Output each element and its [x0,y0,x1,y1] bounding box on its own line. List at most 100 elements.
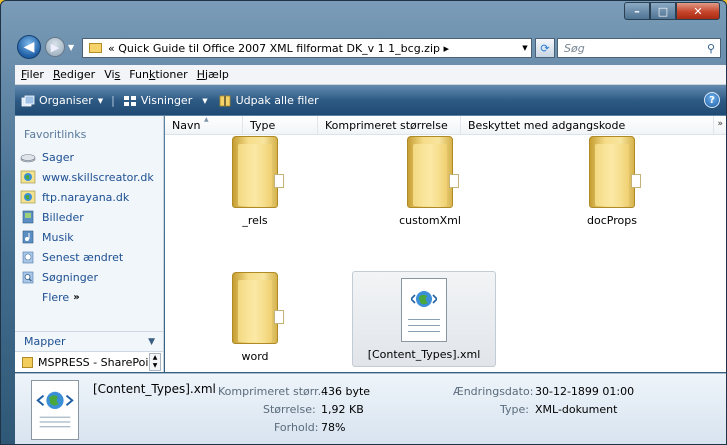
sidebar-item-label: Senest ændret [42,250,124,264]
detail-type-label: Type: [500,403,529,416]
recent-pages-dropdown[interactable]: ▼ [68,43,74,52]
folder-icon [232,136,284,208]
sidebar-item-label: Sager [42,150,74,164]
xml-file-icon [401,278,447,342]
sidebar-item-søgninger[interactable]: Søgninger [15,267,163,287]
navigation-row: ◀ ▶ ▼ « Quick Guide til Office 2007 XML … [1,31,726,63]
column-header-type[interactable]: Type [243,116,318,134]
web-icon [20,170,36,184]
drive-icon [20,150,36,164]
column-header-komprimeret-størrelse[interactable]: Komprimeret størrelse [318,116,461,134]
folder-label: customXml [399,214,461,227]
address-dropdown-icon[interactable]: ▼ [519,44,531,52]
sidebar-item-musik[interactable]: Musik [15,227,163,247]
search-placeholder: Søg [564,41,585,55]
sidebar-item-senest-ændret[interactable]: Senest ændret [15,247,163,267]
menu-item-vis[interactable]: Vis [104,68,120,81]
detail-size-label: Størrelse: [263,403,316,416]
navigation-pane: Favoritlinks Sager www.skillscreator.dk ft… [15,116,164,372]
address-bar[interactable]: « Quick Guide til Office 2007 XML filfor… [82,38,532,58]
menu-bar: Filer Rediger Vis Funktioner Hjælp [15,65,726,85]
close-button[interactable]: ✕ [676,2,720,20]
sidebar-item-ftp-narayana-dk[interactable]: ftp.narayana.dk [15,187,163,207]
views-dropdown[interactable]: ▼ [198,86,211,115]
chevron-down-icon: ▼ [97,96,104,105]
detail-compressed-label: Komprimeret størr... [218,385,329,398]
more-links-button[interactable]: Flere » [15,287,163,307]
folder-tree[interactable]: MSPRESS - SharePoint ▲ ▼ [15,351,163,372]
organize-label: Organiser [39,94,93,107]
back-button[interactable]: ◀ [17,35,41,59]
sidebar-item-www-skillscreator-dk[interactable]: www.skillscreator.dk [15,167,163,187]
folder-icon [407,136,459,208]
extract-label: Udpak alle filer [235,94,319,107]
window-controls: – □ ✕ [624,2,720,20]
sidebar-item-label: Musik [42,230,74,244]
organize-icon [21,95,35,106]
sidebar-item-label: ftp.narayana.dk [42,190,130,204]
recent-icon [20,250,36,264]
folders-header[interactable]: Mapper ▼ [15,331,163,351]
detail-modified-label: Ændringsdato: [453,385,534,398]
breadcrumb-current[interactable]: Quick Guide til Office 2007 XML filforma… [118,42,440,55]
folder-item[interactable]: _rels [215,136,295,227]
double-chevron-icon: » [73,291,80,303]
menu-item-hjælp[interactable]: Hjælp [197,68,229,81]
search-icon[interactable]: ⚲ [707,42,715,55]
sidebar-item-label: Billeder [42,210,84,224]
xml-file-item[interactable]: [Content_Types].xml [352,271,496,367]
breadcrumb-overflow[interactable]: « [108,42,115,55]
minimize-button[interactable]: – [624,2,650,20]
chevron-down-icon: ▼ [202,96,208,105]
folder-label: docProps [587,214,637,227]
detail-size-value: 1,92 KB [321,403,364,416]
command-toolbar: Organiser ▼ | Visninger ▼ Udpak alle fil… [15,86,726,115]
explorer-window: – □ ✕ ◀ ▶ ▼ « Quick Guide til Office 200… [0,0,727,445]
tree-scrollbar[interactable]: ▲ ▼ [149,353,161,371]
help-icon[interactable]: ? [704,92,720,108]
music-icon [20,230,36,244]
refresh-button[interactable]: ⟳ [535,38,555,58]
forward-button[interactable]: ▶ [45,37,65,57]
sidebar-item-label: Søgninger [42,270,98,284]
xml-file-icon [31,380,79,440]
column-header-beskyttet-med-adgangskode[interactable]: Beskyttet med adgangskode [461,116,714,134]
search-folder-icon [20,270,36,284]
search-input[interactable]: Søg ⚲ [557,38,721,58]
views-button[interactable]: Visninger [117,86,198,115]
folder-label: _rels [242,214,268,227]
menu-item-filer[interactable]: Filer [21,68,44,81]
zip-folder-icon [89,43,102,53]
extract-icon [219,95,231,106]
organize-button[interactable]: Organiser ▼ [15,86,109,115]
web-icon [20,190,36,204]
folder-item[interactable]: word [215,272,295,363]
file-label: [Content_Types].xml [367,348,481,361]
favorites-header: Favoritlinks [24,128,87,141]
sidebar-item-sager[interactable]: Sager [15,147,163,167]
more-columns-icon[interactable]: » [717,119,723,129]
details-pane: [Content_Types].xml Komprimeret størr...… [15,373,726,444]
detail-compressed-value: 436 byte [321,385,371,398]
sidebar-item-billeder[interactable]: Billeder [15,207,163,227]
extract-all-button[interactable]: Udpak alle filer [212,86,325,115]
detail-ratio-label: Forhold: [274,421,319,434]
title-bar: – □ ✕ [1,1,726,31]
detail-modified-value: 30-12-1899 01:00 [535,385,635,398]
chevron-down-icon: ▼ [148,336,155,347]
sidebar-item-label: www.skillscreator.dk [42,170,154,184]
views-label: Visninger [140,94,193,107]
folder-icon [22,356,33,368]
menu-item-rediger[interactable]: Rediger [53,68,95,81]
maximize-button[interactable]: □ [650,2,676,20]
menu-item-funktioner[interactable]: Funktioner [129,68,187,81]
breadcrumb-arrow[interactable]: ▸ [444,42,450,55]
tree-item-label[interactable]: MSPRESS - SharePoint [38,356,160,369]
folder-icon [232,272,284,344]
folder-item[interactable]: customXml [390,136,470,227]
folder-item[interactable]: docProps [572,136,652,227]
breadcrumb[interactable]: « Quick Guide til Office 2007 XML filfor… [108,42,519,55]
file-list: ▲ Navn Type Komprimeret størrelse Beskyttet… [165,116,726,372]
folders-label: Mapper [24,335,66,348]
sort-arrow-icon: ▲ [204,116,209,123]
